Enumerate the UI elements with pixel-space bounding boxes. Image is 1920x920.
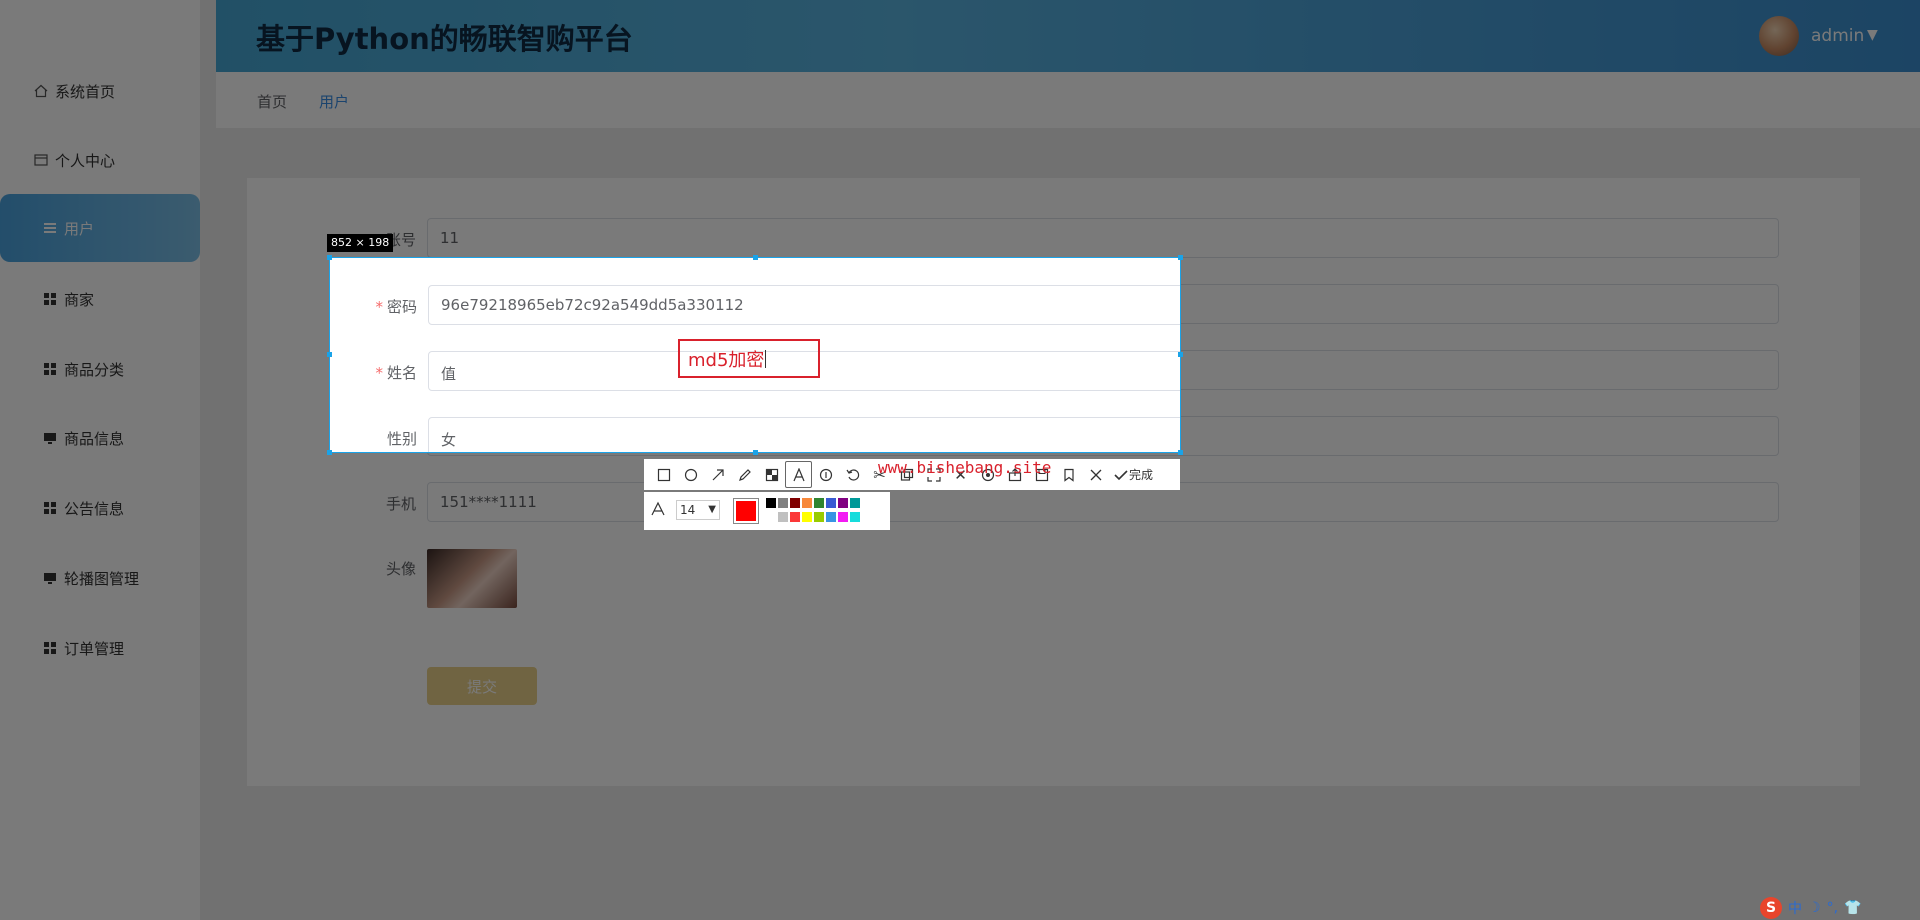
- color-swatch[interactable]: [765, 497, 777, 509]
- app-title: 基于Python的畅联智购平台: [256, 22, 633, 56]
- text-annotation-box[interactable]: md5加密: [678, 339, 820, 378]
- resize-handle[interactable]: [327, 255, 332, 260]
- resize-handle[interactable]: [1178, 450, 1183, 455]
- sidebar-item-merchants[interactable]: 商家: [0, 265, 200, 333]
- sidebar-item-label: 订单管理: [64, 639, 125, 658]
- caret-down-icon[interactable]: ▼: [1867, 27, 1878, 43]
- resize-handle[interactable]: [1178, 255, 1183, 260]
- sidebar-item-label: 商家: [64, 290, 95, 309]
- ellipse-icon[interactable]: [677, 461, 704, 488]
- mosaic-icon[interactable]: [758, 461, 785, 488]
- sidebar-item-categories[interactable]: 商品分类: [0, 335, 200, 403]
- color-swatch[interactable]: [813, 497, 825, 509]
- sidebar-item-orders[interactable]: 订单管理: [0, 614, 200, 682]
- grid-icon: [42, 291, 58, 307]
- color-swatch[interactable]: [801, 497, 813, 509]
- sidebar-item-label: 系统首页: [55, 82, 116, 101]
- name-label: * 姓名: [375, 364, 417, 382]
- home-icon: [33, 83, 49, 99]
- sidebar-item-label: 商品分类: [64, 360, 125, 379]
- sidebar-item-carousel[interactable]: 轮播图管理: [0, 544, 200, 612]
- color-swatch[interactable]: [849, 511, 861, 523]
- monitor-icon: [42, 430, 58, 446]
- breadcrumb-home[interactable]: 首页: [257, 91, 287, 112]
- sogou-ime-icon[interactable]: S: [1760, 897, 1782, 919]
- color-swatch[interactable]: [837, 497, 849, 509]
- submit-button[interactable]: 提交: [427, 667, 537, 705]
- color-swatch[interactable]: [777, 497, 789, 509]
- password-label: * 密码: [375, 298, 417, 316]
- color-swatch[interactable]: [837, 511, 849, 523]
- grid-icon: [42, 640, 58, 656]
- avatar-image[interactable]: [427, 549, 517, 608]
- sidebar-item-label: 用户: [64, 219, 95, 238]
- password-input[interactable]: 96e79218965eb72c92a549dd5a330112: [428, 285, 1180, 325]
- close-icon[interactable]: [1082, 461, 1109, 488]
- grid-icon: [42, 500, 58, 516]
- color-swatch[interactable]: [789, 511, 801, 523]
- number-marker-icon[interactable]: [812, 461, 839, 488]
- undo-icon[interactable]: [839, 461, 866, 488]
- sidebar-item-users[interactable]: 用户: [0, 194, 200, 262]
- sidebar-item-notices[interactable]: 公告信息: [0, 474, 200, 542]
- resize-handle[interactable]: [327, 450, 332, 455]
- system-tray: S 中 ☽ °, 👕: [1760, 896, 1920, 920]
- text-caret: [765, 349, 767, 368]
- color-swatch[interactable]: [813, 511, 825, 523]
- resize-handle[interactable]: [753, 450, 758, 455]
- resize-handle[interactable]: [327, 352, 332, 357]
- grid-icon: [42, 361, 58, 377]
- color-swatch[interactable]: [789, 497, 801, 509]
- breadcrumb-current: 用户: [319, 93, 350, 111]
- sidebar: 系统首页 个人中心 用户 商家 商品分类 商品信息 公告信息 轮播图管理 订单管…: [0, 0, 200, 920]
- sidebar-item-profile[interactable]: 个人中心: [0, 126, 200, 194]
- color-swatch[interactable]: [777, 511, 789, 523]
- resize-handle[interactable]: [1178, 352, 1183, 357]
- pencil-icon[interactable]: [731, 461, 758, 488]
- caret-down-icon: ▼: [708, 504, 716, 515]
- sidebar-item-label: 轮播图管理: [64, 569, 140, 588]
- sidebar-item-label: 商品信息: [64, 429, 125, 448]
- sidebar-item-home[interactable]: 系统首页: [0, 57, 200, 125]
- done-button[interactable]: 完成: [1113, 466, 1153, 483]
- ime-mode[interactable]: 中: [1788, 898, 1802, 918]
- watermark: www.bishebang.site: [878, 458, 1052, 477]
- monitor-icon: [42, 570, 58, 586]
- color-swatch[interactable]: [849, 497, 861, 509]
- resize-handle[interactable]: [753, 255, 758, 260]
- text-tool-icon[interactable]: [785, 461, 812, 488]
- gender-input[interactable]: 女: [428, 417, 1180, 452]
- color-swatch[interactable]: [765, 511, 777, 523]
- text-style-palette: 14 ▼: [644, 492, 890, 530]
- current-color-swatch[interactable]: [733, 498, 759, 524]
- selection-size-label: 852 × 198: [327, 234, 394, 252]
- avatar-label: 头像: [385, 560, 416, 578]
- shirt-icon[interactable]: 👕: [1844, 900, 1861, 916]
- gender-label: 性别: [386, 430, 417, 448]
- user-name[interactable]: admin: [1811, 26, 1864, 46]
- moon-icon[interactable]: ☽: [1808, 900, 1821, 916]
- color-swatch[interactable]: [825, 497, 837, 509]
- account-input[interactable]: 11: [427, 218, 1779, 258]
- avatar[interactable]: [1759, 16, 1799, 56]
- punctuation-icon[interactable]: °,: [1827, 900, 1838, 916]
- phone-label: 手机: [385, 495, 416, 513]
- text-annotation[interactable]: md5加密: [688, 346, 764, 372]
- profile-card-icon: [33, 152, 49, 168]
- font-size-select[interactable]: 14 ▼: [676, 500, 720, 520]
- breadcrumb: 首页 用户: [216, 72, 1920, 128]
- color-swatch[interactable]: [825, 511, 837, 523]
- list-icon: [42, 220, 58, 236]
- rectangle-icon[interactable]: [650, 461, 677, 488]
- sidebar-item-products[interactable]: 商品信息: [0, 404, 200, 472]
- color-swatch[interactable]: [801, 511, 813, 523]
- sidebar-item-label: 公告信息: [64, 499, 125, 518]
- bookmark-icon[interactable]: [1055, 461, 1082, 488]
- arrow-icon[interactable]: [704, 461, 731, 488]
- font-icon: [650, 501, 666, 521]
- check-icon: [1114, 469, 1128, 480]
- sidebar-item-label: 个人中心: [55, 151, 116, 170]
- top-header: 基于Python的畅联智购平台 admin ▼: [216, 0, 1920, 72]
